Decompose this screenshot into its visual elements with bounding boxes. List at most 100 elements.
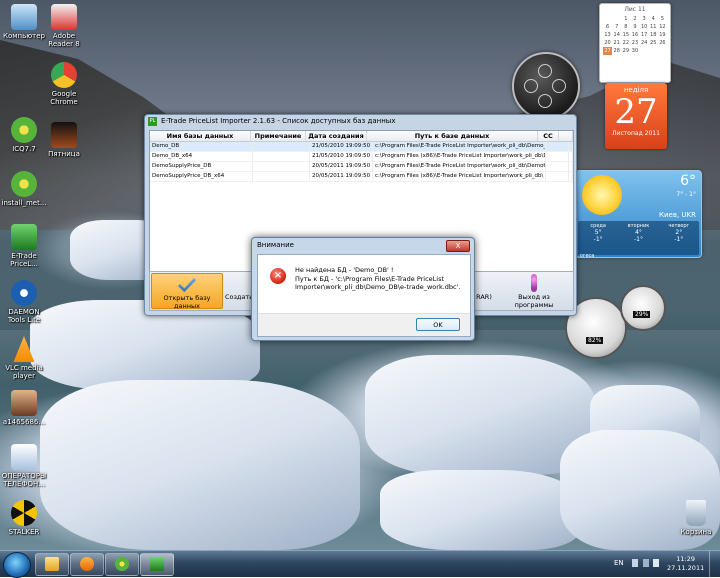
calendar-day[interactable]: 10 bbox=[640, 23, 649, 31]
start-button[interactable] bbox=[3, 552, 31, 578]
dialog-body: × Не найдена БД - 'Demo_DB' ! Путь к БД … bbox=[257, 254, 471, 337]
warning-dialog[interactable]: Внимание X × Не найдена БД - 'Demo_DB' !… bbox=[251, 237, 475, 341]
calendar-day[interactable]: 12 bbox=[658, 23, 667, 31]
weather-forecast: среда 5° -1° вторник 4° -1° четверг 2° -… bbox=[578, 221, 699, 255]
cell-empty bbox=[569, 162, 573, 171]
calendar-day[interactable]: 18 bbox=[649, 31, 658, 39]
cell-name: Demo_DB_x64 bbox=[150, 152, 253, 161]
cell-date: 20/05/2011 19:09:50 bbox=[310, 162, 373, 171]
calendar-day[interactable]: 9 bbox=[630, 23, 639, 31]
open-database-button[interactable]: Открыть базу данных bbox=[151, 273, 223, 310]
calendar-day[interactable]: 13 bbox=[603, 31, 612, 39]
app-title-bar[interactable]: PL E-Trade PriceList Importer 2.1.63 - С… bbox=[145, 115, 576, 128]
ok-button[interactable]: OK bbox=[416, 318, 460, 331]
forecast-day: среда 5° -1° bbox=[578, 221, 618, 255]
taskbar-etrade-button[interactable] bbox=[140, 553, 174, 576]
desktop-icon-daemon-tools[interactable]: DAEMON Tools Lite bbox=[0, 280, 48, 324]
cpu-meter-gadget[interactable]: 82% 29% bbox=[565, 285, 680, 359]
calendar-day[interactable]: 28 bbox=[612, 47, 621, 55]
desktop-icon-friday[interactable]: Пятница bbox=[40, 122, 88, 158]
cell-cc bbox=[546, 152, 569, 161]
table-row[interactable]: DemoSupplyPrice_DB 20/05/2011 19:09:50 c… bbox=[150, 162, 573, 172]
show-desktop-button[interactable] bbox=[709, 551, 720, 577]
column-header-cc[interactable]: CC bbox=[538, 131, 559, 141]
column-header-note[interactable]: Примечание bbox=[251, 131, 306, 141]
language-indicator[interactable]: EN bbox=[614, 559, 624, 567]
media-player-icon bbox=[80, 557, 94, 571]
calendar-day[interactable]: 15 bbox=[621, 31, 630, 39]
calendar-day[interactable]: 24 bbox=[640, 39, 649, 47]
cell-empty bbox=[569, 142, 573, 151]
clock-gadget[interactable] bbox=[512, 52, 580, 120]
calendar-day[interactable]: 5 bbox=[658, 15, 667, 23]
desktop-icon-label: STALKER bbox=[8, 528, 40, 536]
calendar-day[interactable]: 16 bbox=[630, 31, 639, 39]
etrade-pl-icon: PL bbox=[148, 117, 157, 126]
calendar-day[interactable]: 27 bbox=[603, 47, 613, 55]
calendar-day[interactable]: 25 bbox=[649, 39, 658, 47]
desktop-icon-install[interactable]: install_met... bbox=[0, 171, 48, 207]
calendar-day[interactable]: 14 bbox=[612, 31, 621, 39]
calendar-day[interactable]: 23 bbox=[630, 39, 639, 47]
desktop-icon-operators[interactable]: ОПЕРАТОРЫ ТЕЛЕФОН... bbox=[0, 444, 48, 488]
calendar-day[interactable]: 19 bbox=[658, 31, 667, 39]
taskbar-clock[interactable]: 11:29 27.11.2011 bbox=[667, 555, 704, 573]
weather-gadget[interactable]: 6° 7° - 1° Киев, UKR среда 5° -1° вторни… bbox=[575, 170, 702, 258]
taskbar-explorer-button[interactable] bbox=[35, 553, 69, 576]
desktop-icon-label: Adobe Reader 8 bbox=[48, 32, 80, 48]
calendar-day[interactable]: 3 bbox=[640, 15, 649, 23]
calendar-gadget[interactable]: Лис 11 1 2 3 4 5 6 7 8 9 10 11 12 13 14 15 16 17 18 19 20 21… bbox=[599, 3, 671, 83]
calendar-day[interactable]: 21 bbox=[612, 39, 621, 47]
icq-flower-icon bbox=[11, 171, 37, 197]
calendar-day bbox=[612, 15, 621, 23]
etrade-pl-icon bbox=[150, 557, 164, 571]
network-icon bbox=[642, 559, 649, 567]
flag-icon bbox=[632, 559, 638, 567]
calendar-day[interactable]: 11 bbox=[649, 23, 658, 31]
calendar-day[interactable]: 6 bbox=[603, 23, 612, 31]
table-row[interactable]: Demo_DB_x64 21/05/2010 19:09:50 c:\Progr… bbox=[150, 152, 573, 162]
taskbar-media-player-button[interactable] bbox=[70, 553, 104, 576]
vlc-cone-icon bbox=[13, 336, 35, 362]
desktop-icon-chrome[interactable]: Google Chrome bbox=[40, 62, 88, 106]
desktop-icon-vlc[interactable]: VLC media player bbox=[0, 336, 48, 380]
calendar-month-label: Лис 11 bbox=[624, 6, 646, 13]
calendar-day[interactable]: 20 bbox=[603, 39, 612, 47]
table-row[interactable]: Demo_DB 21/05/2010 19:09:50 c:\Program F… bbox=[150, 142, 573, 152]
taskbar-icq-button[interactable] bbox=[105, 553, 139, 576]
calendar-day[interactable]: 17 bbox=[640, 31, 649, 39]
folder-icon bbox=[45, 557, 59, 571]
cell-name: DemoSupplyPrice_DB bbox=[150, 162, 253, 171]
calendar-day[interactable]: 4 bbox=[649, 15, 658, 23]
column-header-path[interactable]: Путь к базе данных bbox=[367, 131, 538, 141]
calendar-day[interactable]: 2 bbox=[630, 15, 639, 23]
desktop-icon-adobe-reader[interactable]: Adobe Reader 8 bbox=[40, 4, 88, 48]
calendar-day[interactable]: 29 bbox=[621, 47, 630, 55]
exit-button[interactable]: Выход из программы bbox=[498, 273, 570, 309]
weather-source: ...огеса bbox=[575, 253, 595, 259]
calendar-day-card[interactable]: неділя 27 Листопад 2011 bbox=[605, 83, 667, 149]
calendar-day bbox=[649, 47, 658, 55]
desktop-icon-label: Google Chrome bbox=[50, 90, 78, 106]
desktop-icon-stalker[interactable]: STALKER bbox=[0, 500, 48, 536]
dialog-close-button[interactable]: X bbox=[446, 240, 470, 252]
calendar-day[interactable]: 7 bbox=[612, 23, 621, 31]
cell-path: c:\Program Files (x86)\E-Trade PriceList… bbox=[373, 172, 546, 181]
calendar-day[interactable]: 26 bbox=[658, 39, 667, 47]
desktop-icon-recycle-bin[interactable]: Корзина bbox=[672, 500, 720, 536]
calendar-day[interactable]: 8 bbox=[621, 23, 630, 31]
archive-button[interactable]: RAR) bbox=[474, 273, 494, 307]
calendar-day[interactable]: 22 bbox=[621, 39, 630, 47]
dialog-title-bar[interactable]: Внимание X bbox=[252, 238, 474, 252]
calendar-day[interactable]: 30 bbox=[630, 47, 639, 55]
create-button[interactable]: Создать bbox=[224, 273, 254, 307]
create-icon bbox=[230, 274, 248, 292]
column-header-date[interactable]: Дата создания bbox=[306, 131, 367, 141]
desktop-icon-etrade[interactable]: E-Trade PriceL... bbox=[0, 224, 48, 268]
calendar-day[interactable]: 1 bbox=[621, 15, 630, 23]
tray-icons[interactable] bbox=[632, 559, 660, 569]
weather-current-temp: 6° bbox=[680, 173, 696, 189]
table-row[interactable]: DemoSupplyPrice_DB_x64 20/05/2011 19:09:… bbox=[150, 172, 573, 182]
desktop-icon-photo[interactable]: a1465686... bbox=[0, 390, 48, 426]
column-header-name[interactable]: Имя базы данных bbox=[150, 131, 251, 141]
